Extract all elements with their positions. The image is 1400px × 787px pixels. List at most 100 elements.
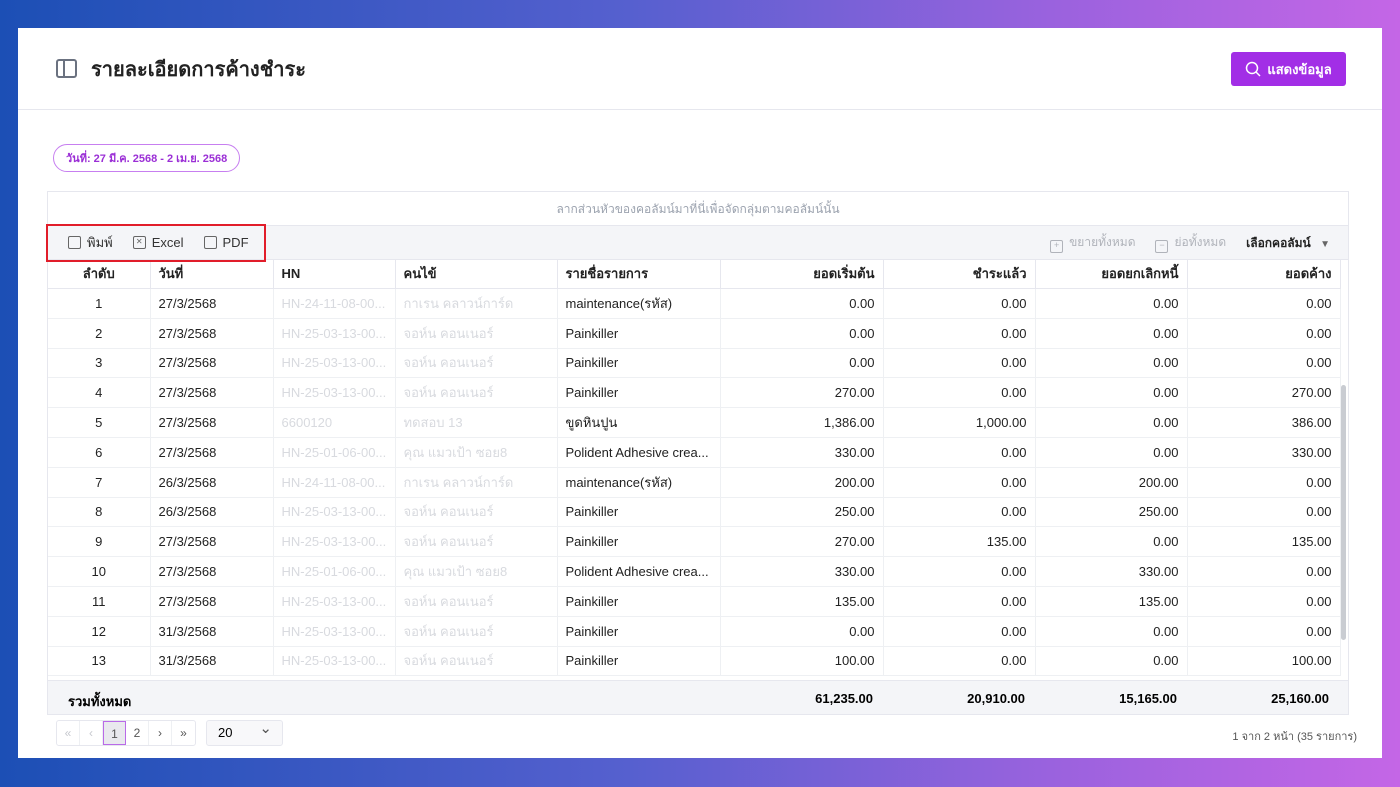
table-cell: 0.00 [883, 497, 1036, 528]
table-row[interactable]: 12 31/3/2568 HN-25-03-13-00... จอห์น คอนเนอ… [48, 616, 1341, 647]
column-header[interactable]: ยอดเริ่มต้น [720, 260, 884, 289]
table-cell: 4 [48, 377, 151, 409]
table-cell: maintenance(รหัส) [557, 288, 721, 319]
column-chooser-dropdown[interactable]: เลือกคอลัมน์ ▼ [1246, 234, 1330, 253]
column-header[interactable]: ยอดค้าง [1187, 260, 1341, 289]
table-cell: HN-25-03-13-00... [273, 526, 396, 558]
table-cell: ขูดหินปูน [557, 407, 721, 438]
table-row[interactable]: 6 27/3/2568 HN-25-01-06-00... คุณ แมวเป้า ซ… [48, 437, 1341, 468]
table-cell: Painkiller [557, 616, 721, 647]
table-cell: 0.00 [1035, 288, 1188, 319]
table-cell: 31/3/2568 [150, 646, 274, 677]
table-cell: 0.00 [1187, 616, 1341, 647]
prev-page-button[interactable]: ‹ [80, 721, 103, 745]
column-header[interactable]: HN [273, 260, 396, 289]
table-row[interactable]: 1 27/3/2568 HN-24-11-08-00... กาเรน คลาวน์ก… [48, 288, 1341, 319]
table-cell: กาเรน คลาวน์การ์ด [395, 467, 558, 498]
table-cell: จอห์น คอนเนอร์ [395, 586, 558, 617]
table-cell: 0.00 [883, 556, 1036, 587]
table-cell: 1 [48, 288, 151, 319]
table-cell: 0.00 [1035, 377, 1188, 409]
table-cell: 27/3/2568 [150, 556, 274, 587]
table-cell: 0.00 [720, 348, 884, 379]
table-cell: ทดสอบ 13 [395, 407, 558, 438]
show-data-button[interactable]: แสดงข้อมูล [1231, 52, 1346, 86]
table-cell: 3 [48, 348, 151, 379]
table-cell: 0.00 [1187, 288, 1341, 319]
table-cell: 330.00 [1187, 437, 1341, 468]
table-cell: 0.00 [883, 377, 1036, 409]
table-cell: 0.00 [720, 616, 884, 647]
table-cell: 0.00 [883, 646, 1036, 677]
table-cell: 27/3/2568 [150, 437, 274, 468]
table-cell: 200.00 [720, 467, 884, 498]
table-cell: 0.00 [1035, 526, 1188, 558]
page-2-button[interactable]: 2 [126, 721, 149, 745]
column-header[interactable]: คนไข้ [395, 260, 558, 289]
sidebar-toggle-icon[interactable] [56, 59, 77, 78]
table-cell: จอห์น คอนเนอร์ [395, 377, 558, 409]
table-cell: 0.00 [1187, 348, 1341, 379]
table-row[interactable]: 3 27/3/2568 HN-25-03-13-00... จอห์น คอนเนอร… [48, 348, 1341, 379]
table-cell: จอห์น คอนเนอร์ [395, 526, 558, 558]
page-header: รายละเอียดการค้างชำระ แสดงข้อมูล [18, 28, 1382, 110]
column-header[interactable]: รายชื่อรายการ [557, 260, 721, 289]
table-cell: 0.00 [883, 467, 1036, 498]
vertical-scrollbar[interactable] [1341, 384, 1346, 640]
next-page-button[interactable]: › [149, 721, 172, 745]
table-row[interactable]: 9 27/3/2568 HN-25-03-13-00... จอห์น คอนเนอร… [48, 526, 1341, 558]
table-cell: 0.00 [883, 437, 1036, 468]
table-cell: 270.00 [720, 526, 884, 558]
table-cell: จอห์น คอนเนอร์ [395, 616, 558, 647]
table-cell: 135.00 [720, 586, 884, 617]
column-chooser-label: เลือกคอลัมน์ [1246, 235, 1311, 250]
first-page-button[interactable]: « [57, 721, 80, 745]
table-cell: 7 [48, 467, 151, 498]
table-cell: 6 [48, 437, 151, 468]
search-icon [1246, 61, 1261, 77]
table-row[interactable]: 5 27/3/2568 6600120 ทดสอบ 13 ขูดหินปูน 1,386.… [48, 407, 1341, 438]
table-cell: maintenance(รหัส) [557, 467, 721, 498]
page-1-button[interactable]: 1 [103, 721, 126, 745]
export-highlight-box [46, 224, 266, 262]
table-cell: 0.00 [1187, 586, 1341, 617]
expand-all-button[interactable]: + ขยายทั้งหมด [1050, 233, 1135, 253]
table-cell: 13 [48, 646, 151, 677]
table-row[interactable]: 13 31/3/2568 HN-25-03-13-00... จอห์น คอนเนอ… [48, 646, 1341, 677]
table-cell: 27/3/2568 [150, 377, 274, 409]
table-cell: HN-25-03-13-00... [273, 497, 396, 528]
table-cell: 0.00 [720, 288, 884, 319]
table-cell: 0.00 [1187, 318, 1341, 349]
table-cell: 135.00 [883, 526, 1036, 558]
table-cell: Painkiller [557, 377, 721, 409]
last-page-button[interactable]: » [172, 721, 195, 745]
table-cell: HN-25-03-13-00... [273, 646, 396, 677]
table-cell: 27/3/2568 [150, 318, 274, 349]
table-cell: 0.00 [1035, 646, 1188, 677]
column-header[interactable]: ยอดยกเลิกหนี้ [1035, 260, 1188, 289]
table-cell: 5 [48, 407, 151, 438]
table-row[interactable]: 7 26/3/2568 HN-24-11-08-00... กาเรน คลาวน์ก… [48, 467, 1341, 498]
table-row[interactable]: 4 27/3/2568 HN-25-03-13-00... จอห์น คอนเนอร… [48, 377, 1341, 409]
table-row[interactable]: 2 27/3/2568 HN-25-03-13-00... จอห์น คอนเนอร… [48, 318, 1341, 349]
column-header[interactable]: ลำดับ [48, 260, 151, 289]
total-outstanding: 25,160.00 [1271, 691, 1329, 706]
table-cell: HN-25-03-13-00... [273, 348, 396, 379]
table-cell: 330.00 [720, 437, 884, 468]
table-row[interactable]: 10 27/3/2568 HN-25-01-06-00... คุณ แมวเป้า … [48, 556, 1341, 587]
table-row[interactable]: 8 26/3/2568 HN-25-03-13-00... จอห์น คอนเนอร… [48, 497, 1341, 528]
table-cell: 0.00 [883, 288, 1036, 319]
table-cell: 0.00 [1187, 497, 1341, 528]
page-size-select[interactable]: 20 [206, 717, 283, 746]
grid-table: ลำดับ วันที่ HN คนไข้ รายชื่อรายการ ยอดเริ่มต… [48, 260, 1341, 289]
table-row[interactable]: 11 27/3/2568 HN-25-03-13-00... จอห์น คอนเนอ… [48, 586, 1341, 617]
table-cell: HN-25-01-06-00... [273, 556, 396, 587]
table-cell: 27/3/2568 [150, 526, 274, 558]
pagination: « ‹ 1 2 › » [56, 720, 196, 746]
group-panel[interactable]: ลากส่วนหัวของคอลัมน์มาที่นี่เพื่อจัดกลุ่… [48, 192, 1348, 226]
table-cell: 27/3/2568 [150, 586, 274, 617]
column-header[interactable]: วันที่ [150, 260, 274, 289]
table-cell: 6600120 [273, 407, 396, 438]
collapse-all-button[interactable]: − ย่อทั้งหมด [1155, 233, 1226, 253]
column-header[interactable]: ชำระแล้ว [883, 260, 1036, 289]
